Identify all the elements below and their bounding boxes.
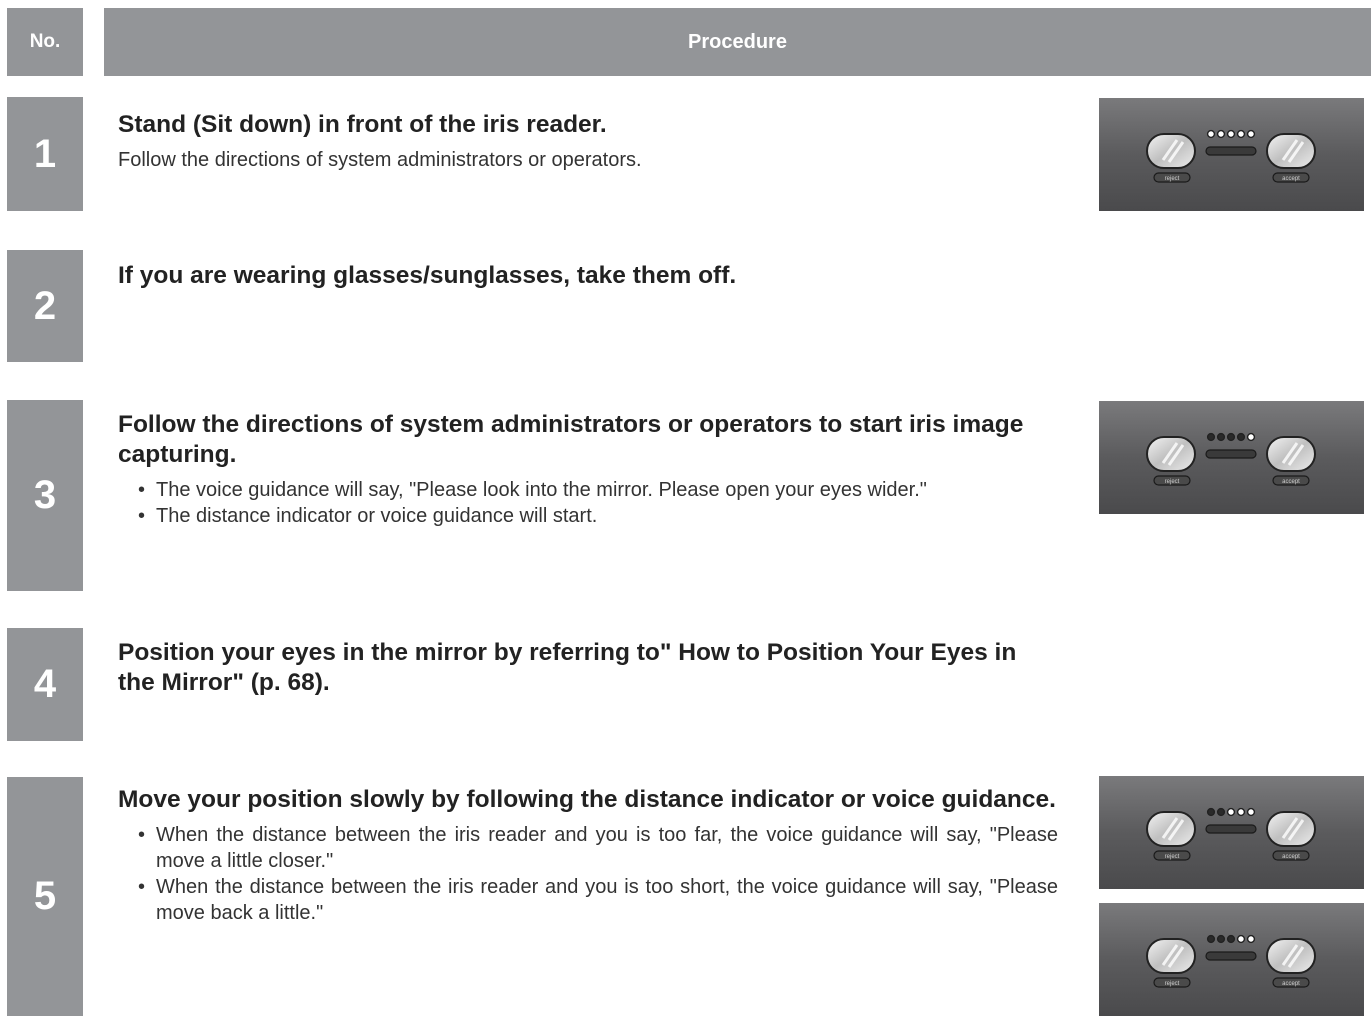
iris-reader-panel-3: reject accept [1099, 401, 1364, 514]
iris-reader-illustration: reject accept [1099, 776, 1364, 889]
iris-reader-illustration: reject accept [1099, 401, 1364, 514]
step-number-3: 3 [7, 400, 83, 591]
step-number-1: 1 [7, 97, 83, 211]
step-number-text: 2 [33, 283, 57, 328]
indicator-light [1206, 432, 1216, 442]
accept-label: accept [1282, 854, 1300, 860]
step-title: Follow the directions of system administ… [118, 411, 1024, 468]
step-bullets: The voice guidance will say, "Please loo… [118, 477, 1058, 529]
indicator-light [1226, 807, 1236, 817]
indicator-light [1236, 129, 1246, 139]
step-number-text: 5 [33, 874, 57, 918]
indicator-light [1236, 934, 1246, 944]
step-3: Follow the directions of system administ… [118, 410, 1058, 529]
header-procedure-label: Procedure [688, 30, 787, 53]
distance-bar [1205, 449, 1257, 459]
iris-reader-illustration: reject accept [1099, 98, 1364, 211]
step-title: If you are wearing glasses/sunglasses, t… [118, 262, 737, 289]
distance-bar [1205, 146, 1257, 156]
indicator-light [1206, 934, 1216, 944]
reject-label: reject [1165, 854, 1180, 860]
indicator-light [1236, 432, 1246, 442]
step-bullets: When the distance between the iris reade… [118, 822, 1058, 926]
step-2: If you are wearing glasses/sunglasses, t… [118, 261, 1058, 291]
step-body: Follow the directions of system administ… [118, 149, 642, 171]
indicator-light [1226, 934, 1236, 944]
iris-reader-panel-5b: reject accept [1099, 903, 1364, 1016]
bullet-item: The distance indicator or voice guidance… [118, 503, 1058, 529]
indicator-light [1226, 129, 1236, 139]
reject-label: reject [1165, 479, 1180, 485]
reject-label: reject [1165, 176, 1180, 182]
indicator-light [1206, 807, 1216, 817]
bullet-item: The voice guidance will say, "Please loo… [118, 477, 1058, 503]
distance-bar [1205, 951, 1257, 961]
indicator-light [1216, 129, 1226, 139]
step-1: Stand (Sit down) in front of the iris re… [118, 110, 1058, 173]
step-5: Move your position slowly by following t… [118, 785, 1058, 926]
step-number-4: 4 [7, 628, 83, 741]
bullet-item: When the distance between the iris reade… [118, 822, 1058, 874]
step-title: Stand (Sit down) in front of the iris re… [118, 111, 607, 138]
step-number-text: 4 [33, 662, 57, 706]
indicator-light [1216, 432, 1226, 442]
step-title: Position your eyes in the mirror by refe… [118, 639, 1017, 696]
step-number-text: 3 [33, 473, 57, 517]
indicator-light [1216, 934, 1226, 944]
bullet-item: When the distance between the iris reade… [118, 874, 1058, 926]
iris-reader-panel-1: reject accept [1099, 98, 1364, 211]
indicator-light [1246, 934, 1256, 944]
header-no: No. [7, 8, 83, 76]
header-procedure: Procedure [104, 8, 1371, 76]
accept-label: accept [1282, 479, 1300, 485]
iris-reader-illustration: reject accept [1099, 903, 1364, 1016]
header-no-label: No. [29, 31, 61, 52]
distance-bar [1205, 824, 1257, 834]
step-number-5: 5 [7, 777, 83, 1016]
accept-label: accept [1282, 981, 1300, 987]
indicator-light [1246, 432, 1256, 442]
step-number-2: 2 [7, 250, 83, 362]
indicator-light [1206, 129, 1216, 139]
step-number-text: 1 [33, 131, 57, 176]
step-4: Position your eyes in the mirror by refe… [118, 638, 1058, 698]
indicator-light [1236, 807, 1246, 817]
indicator-light [1246, 129, 1256, 139]
indicator-light [1226, 432, 1236, 442]
accept-label: accept [1282, 176, 1300, 182]
indicator-light [1216, 807, 1226, 817]
reject-label: reject [1165, 981, 1180, 987]
iris-reader-panel-5a: reject accept [1099, 776, 1364, 889]
step-title: Move your position slowly by following t… [118, 786, 1056, 813]
indicator-light [1246, 807, 1256, 817]
